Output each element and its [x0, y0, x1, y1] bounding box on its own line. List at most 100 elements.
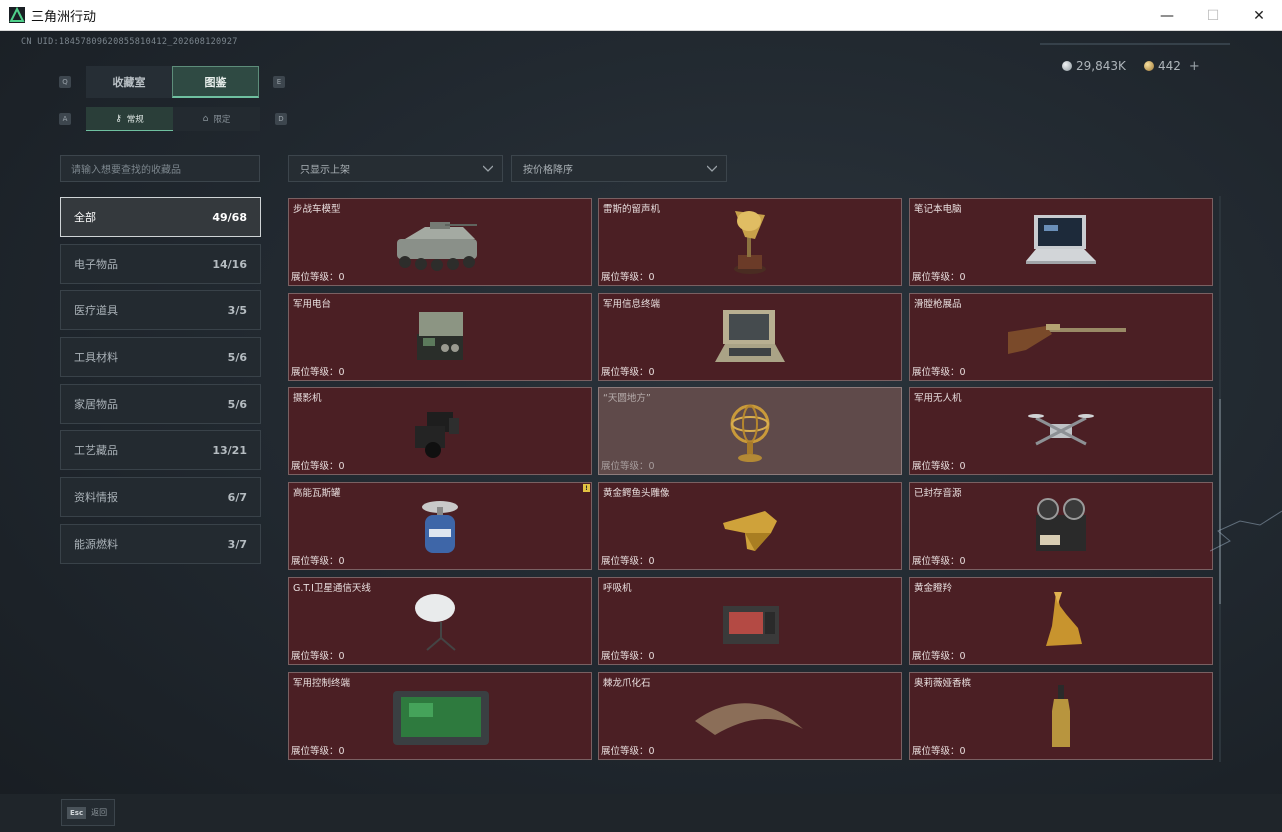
item-card[interactable]: 摄影机 展位等级：0 — [288, 387, 592, 475]
control-terminal-icon — [393, 691, 489, 745]
sort-value: 按价格降序 — [523, 165, 573, 176]
category-electronics[interactable]: 电子物品 14/16 — [60, 244, 261, 284]
item-card[interactable]: 军用控制终端 展位等级：0 — [288, 672, 592, 760]
tab-collection[interactable]: 收藏室 — [86, 66, 172, 98]
game-viewport: CN UID:18457809620855810412_202608120927… — [0, 31, 1282, 832]
item-level: 展位等级：0 — [601, 651, 655, 662]
shelf-filter-value: 只显示上架 — [300, 165, 350, 176]
category-count: 14/16 — [212, 257, 247, 271]
chevron-down-icon — [707, 165, 717, 172]
category-label: 工艺藏品 — [74, 444, 118, 457]
close-button[interactable]: ✕ — [1236, 0, 1282, 31]
croc-head-icon — [723, 511, 777, 551]
item-level: 展位等级：0 — [601, 272, 655, 283]
item-level: 展位等级：0 — [912, 461, 966, 472]
claw-fossil-icon — [695, 703, 803, 735]
item-level: 展位等级：0 — [291, 367, 345, 378]
armillary-icon — [730, 404, 770, 462]
item-name: 呼吸机 — [603, 583, 632, 594]
item-card[interactable]: 雷斯的留声机 展位等级：0 — [598, 198, 902, 286]
maximize-button[interactable]: ☐ — [1190, 0, 1236, 31]
item-card[interactable]: 步战车模型 展位等级：0 — [288, 198, 592, 286]
satellite-dish-icon — [415, 594, 456, 651]
key-q-hint: Q — [59, 76, 71, 88]
musket-icon — [1008, 324, 1126, 354]
item-card[interactable]: 黄金瞪羚 展位等级：0 — [909, 577, 1213, 665]
ifv-model-icon — [397, 222, 477, 271]
drone-icon — [1028, 414, 1094, 446]
key-a-hint: A — [59, 113, 71, 125]
camera-icon — [415, 412, 459, 458]
item-card[interactable]: “天圆地方” 展位等级：0 — [598, 387, 902, 475]
item-name: 军用信息终端 — [603, 299, 661, 310]
item-name: 棘龙爪化石 — [603, 678, 651, 689]
window-titlebar: 三角洲行动 — ☐ ✕ — [0, 0, 1282, 31]
item-card[interactable]: 高能瓦斯罐 ! 展位等级：0 — [288, 482, 592, 570]
subtab-limited[interactable]: ⌂ 限定 — [173, 107, 260, 131]
item-card[interactable]: 奥莉薇娅香槟 展位等级：0 — [909, 672, 1213, 760]
item-level: 展位等级：0 — [912, 272, 966, 283]
currency-gold: 442 + — [1144, 58, 1200, 74]
item-card[interactable]: 滑膛枪展品 展位等级：0 — [909, 293, 1213, 381]
currency-coins: 29,843K — [1062, 58, 1126, 74]
category-crafts[interactable]: 工艺藏品 13/21 — [60, 430, 261, 470]
category-count: 49/68 — [212, 210, 247, 224]
item-name: 军用控制终端 — [293, 678, 351, 689]
category-count: 3/7 — [227, 537, 247, 551]
item-name: 奥莉薇娅香槟 — [914, 678, 972, 689]
category-tools[interactable]: 工具材料 5/6 — [60, 337, 261, 377]
gas-tank-icon — [422, 501, 458, 553]
category-label: 电子物品 — [74, 258, 118, 271]
item-name: G.T.I卫星通信天线 — [293, 583, 371, 594]
lightning-decoration — [1210, 510, 1282, 552]
item-card[interactable]: 笔记本电脑 展位等级：0 — [909, 198, 1213, 286]
item-card[interactable]: 军用信息终端 展位等级：0 — [598, 293, 902, 381]
item-card[interactable]: 军用无人机 展位等级：0 — [909, 387, 1213, 475]
tape-recorder-icon — [1036, 498, 1086, 551]
category-label: 医疗道具 — [74, 304, 118, 317]
item-card[interactable]: 呼吸机 展位等级：0 — [598, 577, 902, 665]
category-count: 5/6 — [227, 350, 247, 364]
tab-codex[interactable]: 图鉴 — [172, 66, 259, 98]
key-d-hint: D — [275, 113, 287, 125]
item-card[interactable]: 军用电台 展位等级：0 — [288, 293, 592, 381]
category-all[interactable]: 全部 49/68 — [60, 197, 261, 237]
shelf-filter-dropdown[interactable]: 只显示上架 — [288, 155, 503, 182]
app-logo-icon — [9, 7, 25, 23]
item-name: 雷斯的留声机 — [603, 204, 661, 215]
item-card[interactable]: 已封存音源 展位等级：0 — [909, 482, 1213, 570]
category-home[interactable]: 家居物品 5/6 — [60, 384, 261, 424]
category-count: 3/5 — [227, 303, 247, 317]
radio-icon — [417, 312, 463, 360]
key-icon: ⚷ — [115, 113, 122, 124]
chevron-down-icon — [483, 165, 493, 172]
category-fuel[interactable]: 能源燃料 3/7 — [60, 524, 261, 564]
back-label: 返回 — [91, 808, 108, 817]
category-label: 全部 — [74, 211, 96, 224]
coin-icon — [1062, 61, 1072, 71]
item-card[interactable]: G.T.I卫星通信天线 展位等级：0 — [288, 577, 592, 665]
minimize-button[interactable]: — — [1144, 0, 1190, 31]
category-label: 工具材料 — [74, 351, 118, 364]
item-level: 展位等级：0 — [601, 461, 655, 472]
coin-amount: 29,843K — [1076, 59, 1126, 73]
category-intel[interactable]: 资料情报 6/7 — [60, 477, 261, 517]
category-label: 能源燃料 — [74, 538, 118, 551]
gold-amount: 442 — [1158, 59, 1181, 73]
item-name: 军用无人机 — [914, 393, 962, 404]
back-button[interactable]: Esc 返回 — [61, 799, 115, 826]
item-name: 军用电台 — [293, 299, 332, 310]
user-id-label: CN UID:18457809620855810412_202608120927 — [21, 37, 238, 47]
item-level: 展位等级：0 — [291, 746, 345, 757]
add-currency-button[interactable]: + — [1189, 59, 1200, 74]
item-card[interactable]: 棘龙爪化石 展位等级：0 — [598, 672, 902, 760]
item-card[interactable]: 黄金鳄鱼头雕像 展位等级：0 — [598, 482, 902, 570]
category-medical[interactable]: 医疗道具 3/5 — [60, 290, 261, 330]
esc-key-hint: Esc — [67, 806, 87, 819]
subtab-limited-label: 限定 — [213, 115, 231, 125]
sort-dropdown[interactable]: 按价格降序 — [511, 155, 727, 182]
gold-gazelle-icon — [1046, 592, 1082, 646]
search-input[interactable]: 请输入想要查找的收藏品 — [60, 155, 260, 182]
subtab-normal[interactable]: ⚷ 常规 — [86, 107, 173, 131]
item-name: “天圆地方” — [603, 393, 651, 404]
